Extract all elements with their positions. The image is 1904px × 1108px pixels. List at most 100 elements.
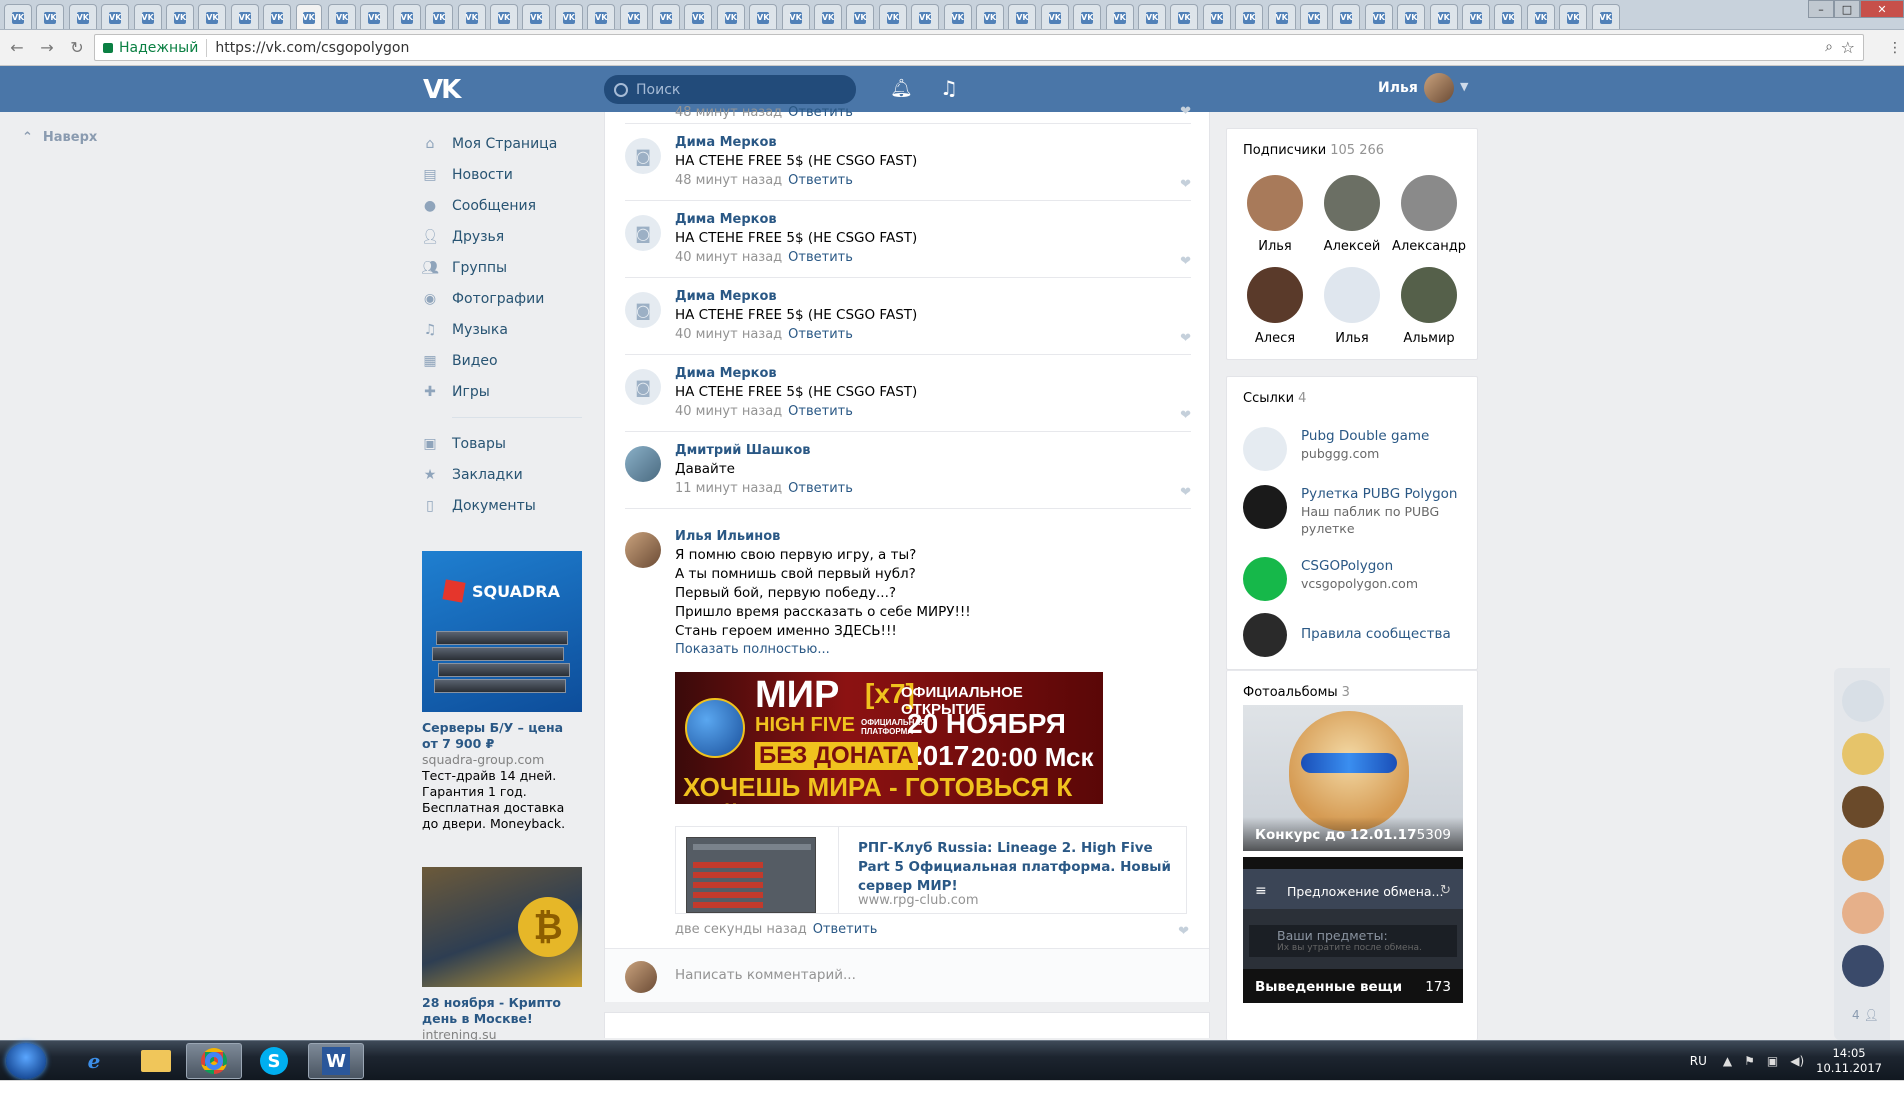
browser-tab[interactable]: VK bbox=[1202, 4, 1231, 29]
reply-link[interactable]: Ответить bbox=[788, 404, 853, 419]
browser-tab[interactable]: VK bbox=[1462, 4, 1490, 29]
subscriber-item[interactable]: Альмир bbox=[1391, 267, 1467, 346]
chat-contact-avatar[interactable] bbox=[1842, 839, 1884, 881]
browser-tab[interactable]: VK bbox=[1040, 4, 1069, 29]
browser-tab[interactable]: VK bbox=[1105, 4, 1134, 29]
reply-link[interactable]: Ответить bbox=[813, 922, 878, 937]
chat-contact-avatar[interactable] bbox=[1842, 786, 1884, 828]
reply-link[interactable]: Ответить bbox=[788, 250, 853, 265]
subscriber-item[interactable]: Алексей bbox=[1314, 175, 1390, 254]
browser-tab[interactable]: VK bbox=[749, 4, 778, 29]
tray-expand-icon[interactable]: ▲ bbox=[1723, 1054, 1732, 1068]
browser-tab[interactable]: VK bbox=[360, 4, 389, 29]
browser-tab[interactable]: VK bbox=[976, 4, 1004, 29]
subscriber-item[interactable]: Илья bbox=[1237, 175, 1313, 254]
maximize-button[interactable]: □ bbox=[1834, 0, 1860, 18]
browser-menu-icon[interactable]: ⋮ bbox=[1888, 40, 1902, 56]
menu-item-8[interactable]: ✚ Игры bbox=[422, 376, 582, 407]
user-avatar[interactable] bbox=[1424, 73, 1454, 103]
browser-tab[interactable]: VK bbox=[1008, 4, 1037, 29]
browser-tab[interactable]: VK bbox=[1138, 4, 1166, 29]
browser-tab[interactable]: VK bbox=[554, 4, 583, 29]
subscriber-item[interactable]: Илья bbox=[1314, 267, 1390, 346]
browser-tab[interactable]: VK bbox=[911, 4, 940, 29]
commenter-name[interactable]: Дмитрий Шашков bbox=[675, 442, 1191, 460]
word-taskbar-button[interactable]: W bbox=[308, 1043, 364, 1079]
browser-tab[interactable]: VK bbox=[425, 4, 454, 29]
link-title[interactable]: CSGOPolygon bbox=[1301, 557, 1465, 575]
commenter-avatar[interactable]: ◙ bbox=[625, 292, 661, 328]
skype-icon[interactable]: S bbox=[246, 1043, 302, 1079]
scroll-to-top-button[interactable]: ⌃ Наверх bbox=[22, 130, 97, 145]
heart-icon[interactable]: ❤ bbox=[1180, 177, 1191, 192]
browser-tab[interactable]: VK bbox=[684, 4, 713, 29]
browser-tab[interactable]: VK bbox=[1559, 4, 1588, 29]
heart-icon[interactable]: ❤ bbox=[1180, 254, 1191, 269]
link-title[interactable]: Рулетка PUBG Polygon bbox=[1301, 485, 1465, 503]
online-count[interactable]: 4 👤︎ bbox=[1852, 1008, 1879, 1022]
browser-tab[interactable]: VK bbox=[263, 4, 292, 29]
menu-item-1[interactable]: ▤ Новости bbox=[422, 159, 582, 190]
subscriber-item[interactable]: Алеся bbox=[1237, 267, 1313, 346]
language-indicator[interactable]: RU bbox=[1690, 1054, 1707, 1068]
browser-tab[interactable]: VK bbox=[295, 4, 322, 29]
chat-contact-avatar[interactable] bbox=[1842, 945, 1884, 987]
menu-item-0[interactable]: ⌂ Моя Страница bbox=[422, 128, 582, 159]
commenter-avatar[interactable]: ◙ bbox=[625, 138, 661, 174]
ad-title[interactable]: 28 ноября - Крипто день в Москве! bbox=[422, 995, 582, 1027]
browser-tab[interactable]: VK bbox=[878, 4, 907, 29]
zoom-icon[interactable]: ⌕ bbox=[1825, 39, 1833, 55]
community-link[interactable]: CSGOPolygon vcsgopolygon.com bbox=[1243, 557, 1465, 605]
music-note-icon[interactable]: ♫ bbox=[940, 76, 958, 100]
link-title[interactable]: Pubg Double game bbox=[1301, 427, 1465, 445]
commenter-name[interactable]: Дима Мерков bbox=[675, 134, 1191, 152]
url-text[interactable]: https://vk.com/csgopolygon bbox=[215, 40, 409, 56]
browser-tab[interactable]: VK bbox=[1397, 4, 1426, 29]
reply-link[interactable]: Ответить bbox=[788, 173, 853, 188]
menu-item-7[interactable]: ▦ Видео bbox=[422, 345, 582, 376]
links-header[interactable]: Ссылки 4 bbox=[1243, 391, 1306, 406]
user-name[interactable]: Илья bbox=[1378, 80, 1418, 96]
browser-tab[interactable]: VK bbox=[619, 4, 648, 29]
commenter-name[interactable]: Дима Мерков bbox=[675, 211, 1191, 229]
browser-tab[interactable]: VK bbox=[522, 4, 551, 29]
reload-button[interactable]: ↻ bbox=[64, 35, 90, 61]
browser-tab[interactable]: VK bbox=[1332, 4, 1361, 29]
browser-tab[interactable]: VK bbox=[1429, 4, 1458, 29]
forward-button[interactable]: → bbox=[34, 35, 60, 61]
heart-icon[interactable]: ❤ bbox=[1180, 408, 1191, 423]
link-title[interactable]: Правила сообщества bbox=[1301, 613, 1465, 643]
back-button[interactable]: ← bbox=[4, 35, 30, 61]
network-icon[interactable]: ▣ bbox=[1767, 1054, 1778, 1068]
subscribers-header[interactable]: Подписчики 105 266 bbox=[1243, 143, 1384, 158]
heart-icon[interactable]: ❤ bbox=[1180, 485, 1191, 500]
start-button[interactable] bbox=[6, 1043, 46, 1079]
browser-tab[interactable]: VK bbox=[101, 4, 130, 29]
heart-icon[interactable]: ❤ bbox=[1180, 104, 1191, 119]
browser-tab[interactable]: VK bbox=[1267, 4, 1296, 29]
search-input[interactable]: Поиск bbox=[604, 75, 856, 104]
menu-item-4[interactable]: 👥︎ Группы bbox=[421, 252, 582, 283]
browser-tab[interactable]: VK bbox=[1591, 4, 1620, 29]
subscriber-item[interactable]: Александр bbox=[1391, 175, 1467, 254]
commenter-name[interactable]: Илья Ильинов bbox=[675, 528, 1191, 546]
bookmark-star-icon[interactable]: ☆ bbox=[1841, 38, 1855, 57]
browser-tab[interactable]: VK bbox=[4, 4, 32, 29]
menu-item-1[interactable]: ★ Закладки bbox=[422, 459, 582, 490]
menu-item-5[interactable]: ◉ Фотографии bbox=[422, 283, 582, 314]
address-bar[interactable]: Надежный https://vk.com/csgopolygon ⌕ ☆ bbox=[94, 34, 1864, 61]
clock[interactable]: 14:05 10.11.2017 bbox=[1816, 1046, 1882, 1076]
browser-tab[interactable]: VK bbox=[68, 4, 97, 29]
menu-item-2[interactable]: ▯ Документы bbox=[422, 490, 582, 521]
link-title[interactable]: РПГ-Клуб Russia: Lineage 2. High Five Pa… bbox=[858, 839, 1178, 896]
community-link[interactable]: Правила сообщества bbox=[1243, 613, 1465, 661]
reply-link[interactable]: Ответить bbox=[788, 481, 853, 496]
community-link[interactable]: Рулетка PUBG Polygon Наш паблик по PUBG р… bbox=[1243, 485, 1465, 536]
browser-tab[interactable]: VK bbox=[716, 4, 745, 29]
browser-tab[interactable]: VK bbox=[166, 4, 194, 29]
browser-tab[interactable]: VK bbox=[490, 4, 518, 29]
reply-link[interactable]: Ответить bbox=[788, 105, 853, 120]
advertisement-crypto-day[interactable]: ₿ 28 ноября - Крипто день в Москве! intr… bbox=[422, 867, 582, 1043]
browser-tab[interactable]: VK bbox=[133, 4, 162, 29]
browser-tab[interactable]: VK bbox=[230, 4, 259, 29]
